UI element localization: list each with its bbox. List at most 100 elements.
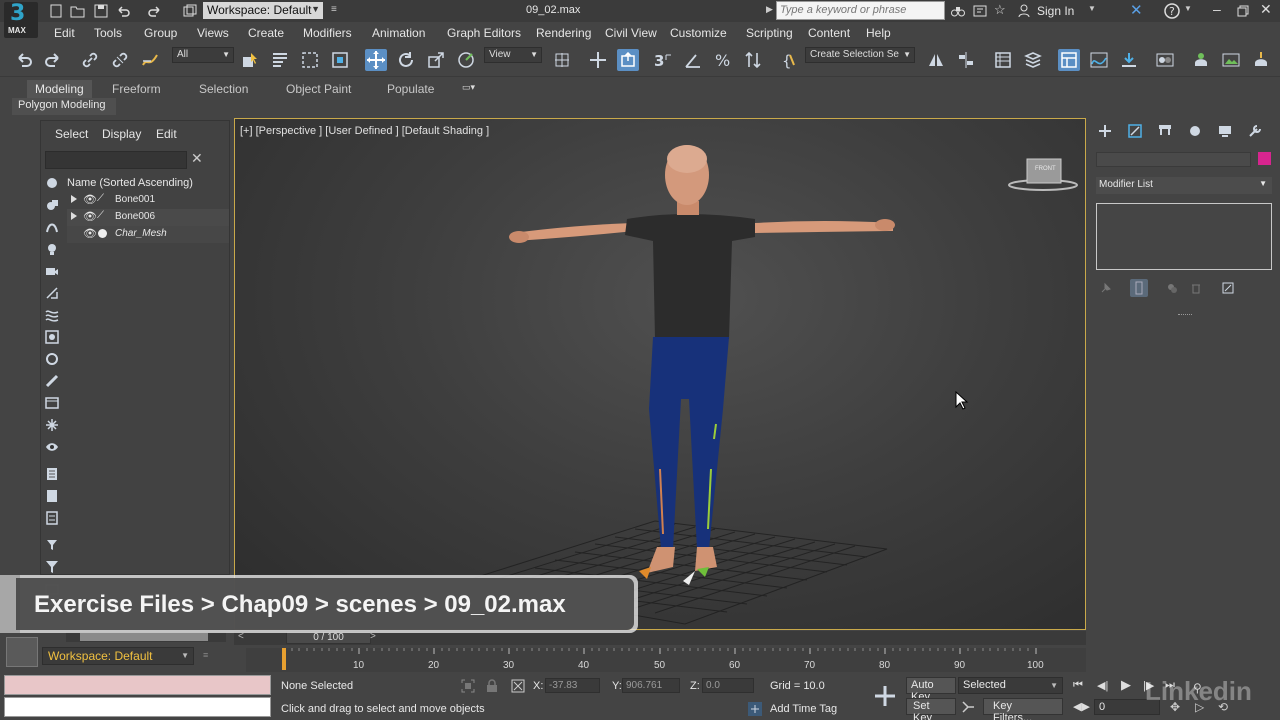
- window-crossing-icon[interactable]: [329, 49, 351, 71]
- cameras-filter-icon[interactable]: [43, 263, 60, 279]
- ribbon-options-icon[interactable]: ▭▾: [462, 82, 475, 93]
- menu-tools[interactable]: Tools: [94, 26, 122, 40]
- visibility-eye-icon[interactable]: 👁: [83, 227, 97, 240]
- show-end-result-icon[interactable]: [1130, 279, 1148, 297]
- modifier-list-dropdown[interactable]: Modifier List ▼: [1096, 177, 1272, 194]
- expand-arrow-icon[interactable]: [71, 195, 77, 203]
- explorer-row-char-mesh[interactable]: 👁 Char_Mesh: [67, 226, 229, 243]
- layer-explorer-icon[interactable]: [1022, 49, 1044, 71]
- render-production-icon[interactable]: [1250, 49, 1272, 71]
- favorites-star-icon[interactable]: ☆: [994, 2, 1006, 18]
- select-and-rotate-icon[interactable]: [395, 49, 417, 71]
- menu-rendering[interactable]: Rendering: [536, 26, 591, 40]
- restore-icon[interactable]: [1236, 4, 1250, 18]
- object-name-field[interactable]: [1096, 152, 1251, 167]
- helpers-filter-icon[interactable]: [43, 285, 60, 301]
- select-by-name-icon[interactable]: [269, 49, 291, 71]
- filter-options-icon[interactable]: [43, 537, 60, 553]
- menu-edit[interactable]: Edit: [54, 26, 75, 40]
- select-and-scale-icon[interactable]: [425, 49, 447, 71]
- pin-stack-icon[interactable]: [1098, 280, 1114, 296]
- menu-animation[interactable]: Animation: [372, 26, 425, 40]
- mirror-icon[interactable]: [925, 49, 947, 71]
- customize-qat-icon[interactable]: ≡: [331, 4, 337, 15]
- hidden-filter-icon[interactable]: [43, 439, 60, 455]
- clear-search-icon[interactable]: ✕: [191, 150, 203, 167]
- panel-options-icon[interactable]: ≡: [203, 650, 208, 660]
- workspace-dropdown[interactable]: Workspace: Default ▼: [203, 2, 323, 19]
- x-coordinate-field[interactable]: -37.83: [545, 678, 600, 693]
- configure-modifier-sets-icon[interactable]: [1220, 280, 1236, 296]
- ribbon-tab-freeform[interactable]: Freeform: [112, 82, 161, 96]
- go-to-start-icon[interactable]: ⏮: [1073, 679, 1083, 692]
- explorer-search-input[interactable]: [45, 151, 187, 169]
- viewport-layout-tab[interactable]: [6, 637, 38, 667]
- display-all-icon[interactable]: [43, 466, 60, 482]
- unlink-icon[interactable]: [109, 49, 131, 71]
- undo-toolbar-icon[interactable]: [13, 49, 35, 71]
- expand-search-icon[interactable]: ▶: [766, 4, 773, 15]
- utilities-panel-icon[interactable]: [1246, 122, 1264, 140]
- menu-customize[interactable]: Customize: [670, 26, 727, 40]
- track-bar[interactable]: 10 20 30 40 50 60 70 80 90 100: [246, 648, 1086, 672]
- new-file-icon[interactable]: [48, 3, 64, 19]
- angle-snap-icon[interactable]: [682, 49, 704, 71]
- ribbon-tab-object-paint[interactable]: Object Paint: [286, 82, 351, 96]
- explorer-menu-edit[interactable]: Edit: [156, 127, 177, 141]
- align-icon[interactable]: [955, 49, 977, 71]
- panel-resize-handle[interactable]: [1178, 314, 1192, 316]
- app-logo-button[interactable]: 3 MAX: [4, 1, 38, 38]
- ribbon-toggle-icon[interactable]: [1058, 49, 1080, 71]
- selection-lock-icon[interactable]: [485, 678, 499, 694]
- explorer-menu-display[interactable]: Display: [102, 127, 141, 141]
- select-object-icon[interactable]: [239, 49, 261, 71]
- maxscript-result-field[interactable]: [4, 697, 271, 717]
- menu-scripting[interactable]: Scripting: [746, 26, 793, 40]
- keyboard-shortcut-override-icon[interactable]: [617, 49, 639, 71]
- percent-snap-icon[interactable]: %: [712, 49, 734, 71]
- explorer-row-bone001[interactable]: 👁 ⟋ Bone001: [67, 192, 229, 209]
- rectangular-selection-icon[interactable]: [299, 49, 321, 71]
- menu-civil-view[interactable]: Civil View: [605, 26, 657, 40]
- display-none-filter-icon[interactable]: [43, 175, 60, 191]
- modifier-stack[interactable]: [1096, 203, 1272, 270]
- hierarchy-panel-icon[interactable]: [1156, 122, 1174, 140]
- visibility-eye-icon[interactable]: 👁: [83, 210, 97, 223]
- named-selection-sets-icon[interactable]: {: [778, 49, 800, 71]
- rendered-frame-window-icon[interactable]: [1220, 49, 1242, 71]
- filter-funnel-icon[interactable]: [43, 559, 60, 575]
- reference-coordinate-dropdown[interactable]: View ▼: [484, 47, 542, 63]
- select-manipulate-icon[interactable]: [587, 49, 609, 71]
- selection-set-dropdown[interactable]: Create Selection Se ▼: [805, 47, 915, 63]
- close-icon[interactable]: ✕: [1260, 1, 1272, 18]
- explorer-column-header[interactable]: Name (Sorted Ascending): [67, 177, 193, 189]
- explorer-horizontal-scrollbar[interactable]: [66, 632, 226, 642]
- perspective-viewport[interactable]: [+] [Perspective ] [User Defined ] [Defa…: [234, 118, 1086, 630]
- scrollbar-thumb[interactable]: [80, 633, 208, 641]
- absolute-mode-transform-icon[interactable]: [511, 678, 525, 694]
- explorer-menu-select[interactable]: Select: [55, 127, 88, 141]
- menu-group[interactable]: Group: [144, 26, 177, 40]
- material-editor-icon[interactable]: [1154, 49, 1176, 71]
- communication-center-icon[interactable]: [972, 3, 988, 19]
- bones-filter-icon[interactable]: [43, 373, 60, 389]
- explorer-row-bone006[interactable]: 👁 ⟋ Bone006: [67, 209, 229, 226]
- key-filters-icon[interactable]: [960, 699, 976, 715]
- open-file-icon[interactable]: [70, 3, 86, 19]
- previous-frame-icon[interactable]: ◀|: [1097, 679, 1108, 692]
- select-and-place-icon[interactable]: [455, 49, 477, 71]
- y-coordinate-field[interactable]: 906.761: [622, 678, 680, 693]
- key-filters-button[interactable]: Key Filters...: [983, 698, 1063, 720]
- lights-filter-icon[interactable]: [43, 241, 60, 257]
- menu-content[interactable]: Content: [808, 26, 850, 40]
- menu-create[interactable]: Create: [248, 26, 284, 40]
- workspace-selector[interactable]: Workspace: Default ▼: [42, 647, 194, 665]
- pivot-center-icon[interactable]: [551, 49, 573, 71]
- z-coordinate-field[interactable]: 0.0: [702, 678, 754, 693]
- select-and-move-icon[interactable]: [365, 49, 387, 71]
- add-time-tag-button[interactable]: Add Time Tag: [770, 703, 837, 715]
- undo-icon[interactable]: [115, 3, 131, 19]
- frozen-filter-icon[interactable]: [43, 417, 60, 433]
- exchange-apps-icon[interactable]: ✕: [1130, 1, 1143, 19]
- binoculars-icon[interactable]: [950, 3, 966, 19]
